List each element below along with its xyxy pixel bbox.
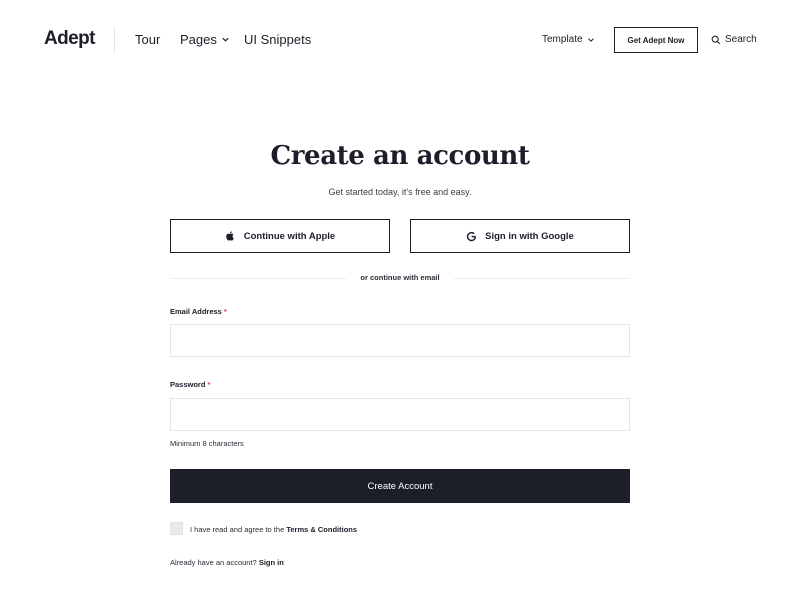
search-button[interactable]: Search bbox=[711, 34, 757, 45]
apple-button-label: Continue with Apple bbox=[243, 230, 336, 242]
divider-line bbox=[454, 278, 630, 279]
email-label: Email Address * bbox=[170, 307, 227, 316]
apple-icon bbox=[226, 231, 234, 241]
password-label-text: Password bbox=[170, 380, 206, 389]
nav-item-tour[interactable]: Tour bbox=[135, 32, 160, 47]
template-dropdown[interactable]: Template bbox=[542, 34, 595, 45]
template-label: Template bbox=[542, 34, 583, 45]
nav-item-ui-snippets[interactable]: UI Snippets bbox=[244, 32, 311, 47]
chevron-down-icon bbox=[222, 37, 229, 42]
signin-prefix: Already have an account? bbox=[170, 558, 257, 567]
page-title: Create an account bbox=[270, 141, 530, 171]
terms-prefix: I have read and agree to the bbox=[190, 525, 285, 534]
sign-in-with-google-button[interactable]: Sign in with Google bbox=[410, 219, 630, 253]
google-button-label: Sign in with Google bbox=[485, 230, 574, 242]
sign-in-link[interactable]: Sign in bbox=[259, 558, 284, 567]
email-label-text: Email Address bbox=[170, 307, 222, 316]
password-field[interactable] bbox=[170, 398, 630, 431]
terms-checkbox[interactable] bbox=[170, 522, 183, 535]
continue-with-apple-button[interactable]: Continue with Apple bbox=[170, 219, 390, 253]
search-icon bbox=[711, 35, 721, 44]
terms-text: I have read and agree to the Terms & Con… bbox=[190, 525, 357, 534]
page-subtitle: Get started today, it's free and easy. bbox=[328, 187, 472, 197]
get-adept-button[interactable]: Get Adept Now bbox=[614, 27, 698, 53]
terms-link[interactable]: Terms & Conditions bbox=[286, 525, 357, 534]
site-header: Adept Tour Pages UI Snippets Template Ge… bbox=[0, 0, 800, 80]
nav-item-label: Pages bbox=[180, 32, 217, 47]
header-divider bbox=[114, 26, 115, 54]
nav-item-label: UI Snippets bbox=[244, 32, 312, 47]
logo[interactable]: Adept bbox=[44, 28, 95, 50]
nav-item-label: Tour bbox=[135, 32, 161, 47]
chevron-down-icon bbox=[587, 37, 594, 42]
create-account-button[interactable]: Create Account bbox=[170, 469, 630, 503]
nav-item-pages[interactable]: Pages bbox=[180, 32, 230, 47]
required-marker: * bbox=[223, 307, 227, 316]
divider-text: or continue with email bbox=[360, 273, 440, 282]
google-icon bbox=[466, 231, 477, 241]
email-field[interactable] bbox=[170, 324, 630, 357]
password-hint: Minimum 8 characters bbox=[170, 439, 244, 448]
signin-prompt: Already have an account? Sign in bbox=[170, 558, 284, 567]
password-label: Password * bbox=[170, 380, 210, 389]
required-marker: * bbox=[207, 380, 211, 389]
search-label: Search bbox=[725, 34, 757, 45]
